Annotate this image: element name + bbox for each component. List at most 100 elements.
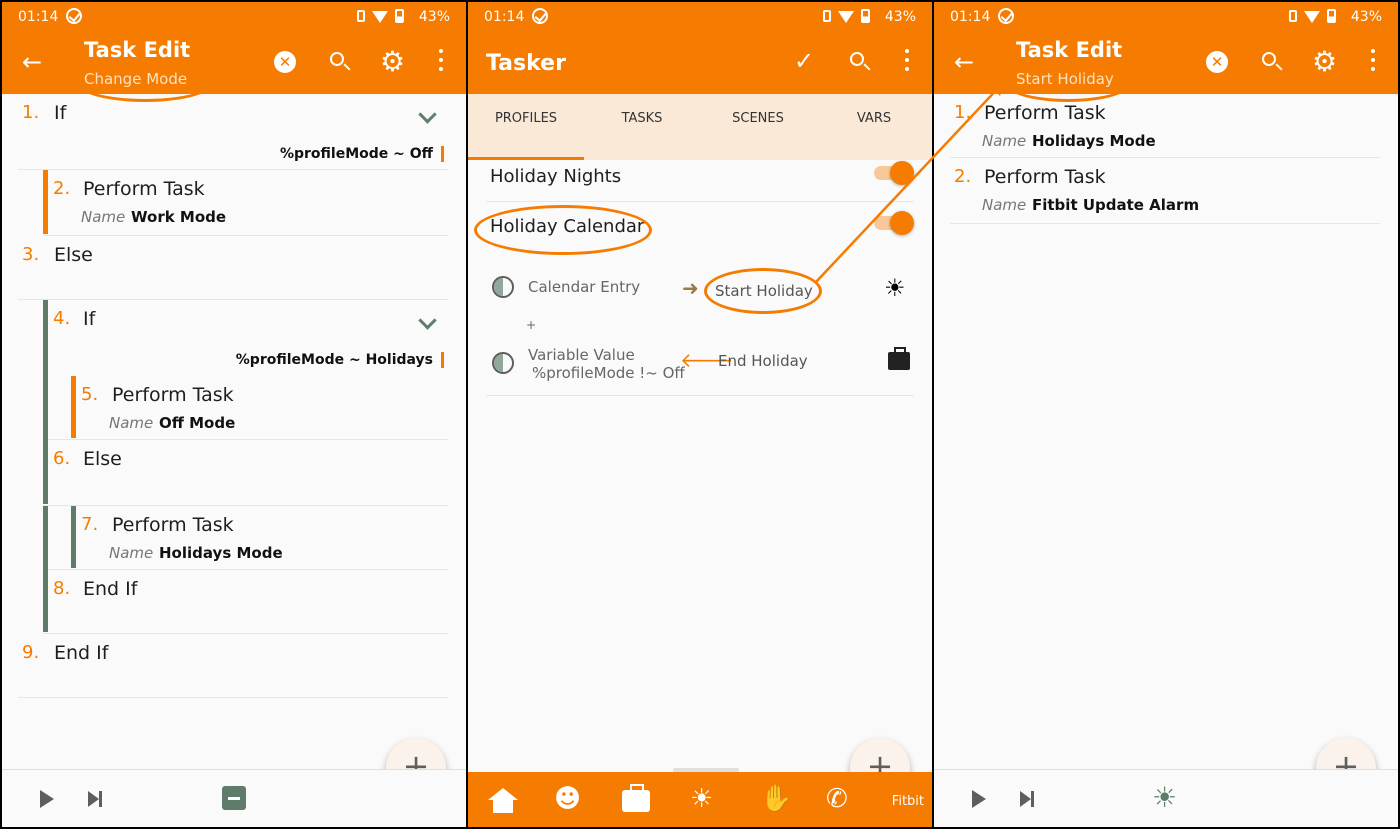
action-row[interactable]: 1. If %profileMode ~ Off	[18, 94, 448, 170]
indent-bar	[43, 170, 48, 234]
tab-bar: PROFILES TASKS SCENES VARS	[468, 94, 932, 160]
profile-row-expanded[interactable]: Holiday Calendar Calendar Entry ➜ Start …	[486, 202, 914, 396]
search-icon[interactable]	[330, 52, 344, 66]
action-number: 6.	[53, 448, 71, 469]
cancel-icon[interactable]: ✕	[274, 51, 296, 73]
tab-profiles[interactable]: PROFILES	[468, 94, 584, 160]
collapse-icon[interactable]	[222, 786, 246, 810]
indent-bar	[71, 376, 76, 438]
briefcase-icon[interactable]	[622, 784, 650, 812]
action-label: End If	[54, 642, 109, 664]
search-icon[interactable]	[1262, 52, 1276, 66]
home-icon[interactable]	[488, 788, 518, 813]
task-edit-screen-start-holiday: 01:14 43% ← Task Edit Start Holiday ✕ ⚙ …	[934, 2, 1398, 827]
action-number: 4.	[53, 308, 71, 329]
tab-vars[interactable]: VARS	[816, 94, 932, 160]
tab-tasks[interactable]: TASKS	[584, 94, 700, 160]
arg-value: Holidays Mode	[1032, 132, 1156, 150]
status-icons	[822, 9, 870, 25]
action-label: Perform Task	[984, 102, 1106, 124]
action-row[interactable]: 8. End If	[43, 570, 448, 634]
arg-value: Fitbit Update Alarm	[1032, 196, 1200, 214]
sun-icon[interactable]: ☀	[690, 785, 713, 813]
action-row[interactable]: 9. End If	[18, 634, 448, 698]
action-label: Perform Task	[984, 166, 1106, 188]
enter-arrow-icon: ➜	[682, 276, 699, 300]
clock: 01:14	[950, 9, 991, 25]
profile-name: Holiday Calendar	[490, 216, 645, 237]
exit-task-label[interactable]: End Holiday	[718, 352, 808, 370]
task-name-subtitle[interactable]: Change Mode	[84, 70, 187, 88]
context-label[interactable]: Calendar Entry	[528, 278, 640, 296]
bottom-nav-bar: ☻ ☀ ✋ ✆ Fitbit	[468, 768, 932, 827]
back-arrow-icon[interactable]: ←	[954, 48, 974, 76]
action-number: 7.	[81, 514, 99, 535]
back-arrow-icon[interactable]: ←	[22, 48, 42, 76]
action-condition: %profileMode ~ Holidays	[236, 352, 444, 368]
battery-percent: 43%	[418, 9, 450, 25]
app-title: Tasker	[486, 51, 566, 76]
arg-name: Name	[109, 544, 154, 562]
indent-bar	[43, 440, 48, 504]
indent-bar	[43, 376, 48, 440]
context-state-icon	[492, 276, 514, 298]
tab-scenes[interactable]: SCENES	[700, 94, 816, 160]
more-options-icon[interactable]	[439, 49, 443, 71]
action-row[interactable]: 6. Else	[43, 440, 448, 506]
profile-toggle[interactable]	[874, 161, 914, 185]
drag-handle[interactable]	[673, 768, 739, 772]
profile-row[interactable]: Holiday Nights	[486, 152, 914, 202]
status-bar: 01:14 43%	[934, 2, 1398, 32]
sync-icon	[66, 8, 82, 24]
gear-icon[interactable]: ⚙	[1312, 48, 1337, 76]
action-label: If	[83, 308, 96, 330]
arg-value: Off Mode	[159, 414, 236, 432]
project-label[interactable]: Fitbit	[892, 794, 924, 809]
task-edit-screen-change-mode: 01:14 43% ← Task Edit Change Mode ✕ ⚙ 1.…	[2, 2, 466, 827]
play-icon[interactable]	[972, 790, 986, 808]
action-row[interactable]: 7. Perform Task Name Holidays Mode	[43, 506, 448, 570]
gear-icon[interactable]: ⚙	[380, 48, 405, 76]
action-row[interactable]: 2. Perform Task Name Fitbit Update Alarm	[950, 158, 1380, 224]
arg-name: Name	[81, 208, 126, 226]
status-icons	[1288, 9, 1336, 25]
arg-name: Name	[982, 132, 1027, 150]
chevron-down-icon[interactable]	[418, 311, 437, 330]
more-options-icon[interactable]	[905, 49, 909, 71]
action-row[interactable]: 1. Perform Task Name Holidays Mode	[950, 94, 1380, 158]
play-icon[interactable]	[40, 790, 54, 808]
arg-value: Work Mode	[131, 208, 227, 226]
sun-icon[interactable]: ☀	[1152, 783, 1177, 813]
action-row[interactable]: 4. If %profileMode ~ Holidays	[43, 300, 448, 376]
profile-toggle[interactable]	[874, 211, 914, 235]
action-row[interactable]: 2. Perform Task Name Work Mode	[43, 170, 448, 236]
battery-icon	[395, 9, 404, 23]
ear-icon[interactable]: ✆	[826, 785, 848, 813]
hand-icon[interactable]: ✋	[760, 785, 792, 813]
context-label[interactable]: Variable Value	[528, 346, 635, 364]
battery-percent: 43%	[884, 9, 916, 25]
people-icon[interactable]: ☻	[554, 785, 581, 813]
search-icon[interactable]	[850, 52, 864, 66]
sun-icon: ☀	[884, 274, 906, 302]
clock: 01:14	[18, 9, 59, 25]
clock: 01:14	[484, 9, 525, 25]
bottom-bar: ☀	[934, 769, 1398, 827]
action-row[interactable]: 5. Perform Task Name Off Mode	[43, 376, 448, 440]
action-number: 2.	[954, 166, 972, 187]
step-icon[interactable]	[88, 791, 102, 807]
indent-bar	[71, 506, 76, 568]
more-options-icon[interactable]	[1371, 49, 1375, 71]
wifi-icon	[1303, 11, 1320, 23]
chevron-down-icon[interactable]	[418, 105, 437, 124]
action-label: Else	[54, 244, 93, 266]
apply-check-icon[interactable]: ✓	[794, 47, 814, 75]
enter-task-label[interactable]: Start Holiday	[715, 282, 813, 300]
action-row[interactable]: 3. Else	[18, 236, 448, 300]
task-name-subtitle[interactable]: Start Holiday	[1016, 70, 1114, 88]
cancel-icon[interactable]: ✕	[1206, 51, 1228, 73]
context-state-icon	[492, 352, 514, 374]
action-number: 8.	[53, 578, 71, 599]
profile-name: Holiday Nights	[490, 166, 622, 187]
step-icon[interactable]	[1020, 791, 1034, 807]
